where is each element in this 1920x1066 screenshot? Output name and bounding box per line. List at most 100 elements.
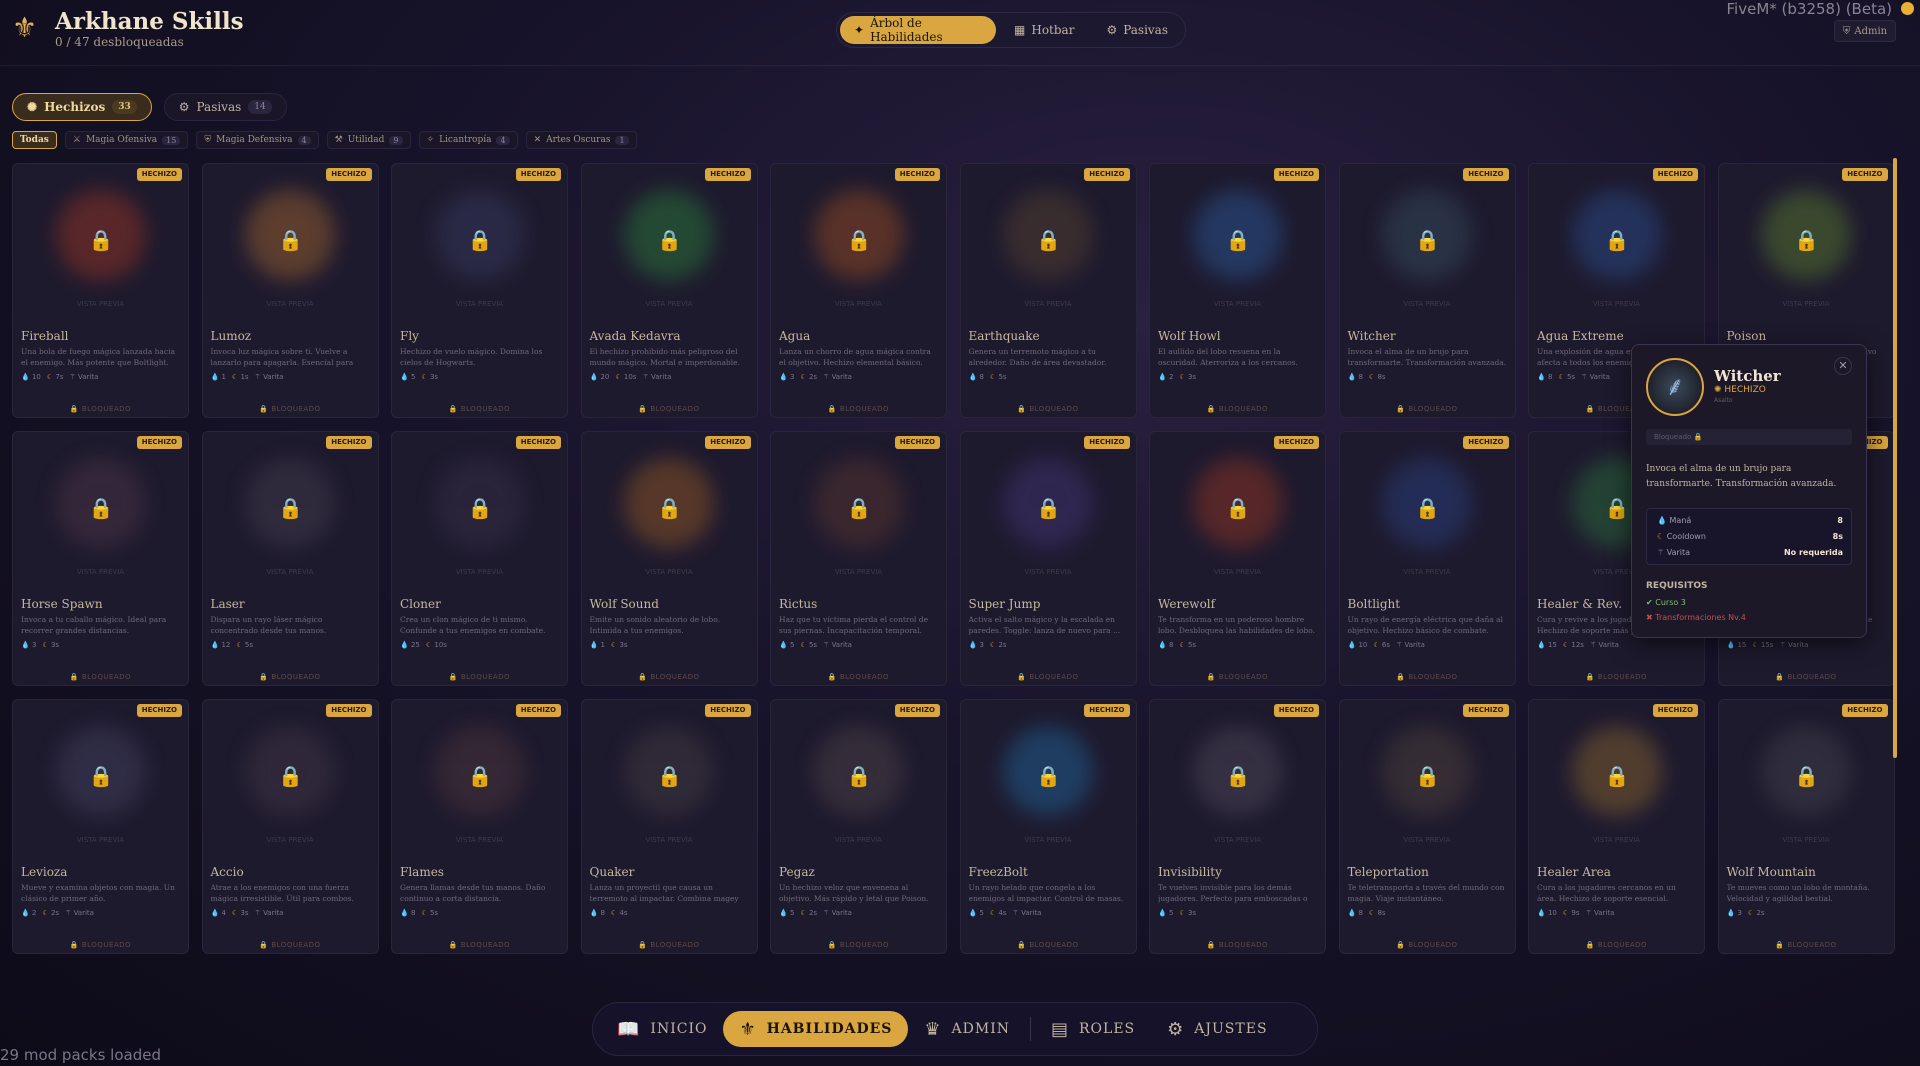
drop-icon: 💧	[1158, 641, 1167, 649]
skill-name: Healer & Rev.	[1537, 597, 1623, 611]
moon-icon: ☾	[1179, 909, 1186, 917]
filter-utility[interactable]: ⚒ Utilidad 9	[326, 131, 411, 149]
top-bar: ⚜ Arkhane Skills 0 / 47 desbloqueadas ✦ Á…	[0, 0, 1920, 66]
skill-name: Werewolf	[1158, 597, 1216, 611]
skill-card[interactable]: 🔒 HECHIZO VISTA PREVIA Horse Spawn Invoca a …	[12, 431, 189, 686]
nav-settings[interactable]: ⚙ AJUSTES	[1151, 1011, 1283, 1047]
admin-button[interactable]: ⛨ Admin	[1834, 20, 1896, 42]
skill-card[interactable]: 🔒 HECHIZO VISTA PREVIA Invisibility Te vuelv…	[1149, 699, 1326, 954]
skill-card[interactable]: 🔒 HECHIZO VISTA PREVIA Teleportation Te tele…	[1338, 699, 1516, 954]
skill-card[interactable]: 🔒 HECHIZO VISTA PREVIA Pegaz Un hechizo velo…	[770, 699, 947, 954]
drop-icon: 💧	[779, 373, 788, 381]
spell-badge: HECHIZO	[515, 436, 561, 449]
hotbar-icon: ▦	[1014, 23, 1026, 37]
skill-card[interactable]: 🔒 HECHIZO VISTA PREVIA Wolf Howl El aullido …	[1149, 163, 1326, 418]
spell-badge: HECHIZO	[136, 436, 182, 449]
skill-card[interactable]: 🔒 HECHIZO VISTA PREVIA Levioza Mueve y exami…	[12, 699, 189, 954]
lock-icon: 🔒	[1036, 496, 1061, 520]
spell-badge: HECHIZO	[1652, 168, 1698, 181]
tab-passives[interactable]: ⚙ Pasivas	[1092, 16, 1182, 44]
skill-card[interactable]: 🔒 HECHIZO VISTA PREVIA Super Jump Activa el …	[959, 431, 1137, 686]
fivem-status-icon	[1901, 2, 1914, 15]
nav-home[interactable]: 📖 INICIO	[601, 1011, 723, 1047]
skill-description: El hechizo prohibido más peligroso del m…	[589, 347, 740, 367]
filter-dark-arts[interactable]: ✕ Artes Oscuras 1	[525, 131, 637, 149]
filter-defensive[interactable]: ⛨ Magia Defensiva 4	[196, 131, 319, 149]
skill-card[interactable]: 🔒 HECHIZO VISTA PREVIA Fly Hechizo de vuelo …	[391, 163, 568, 418]
preview-label: VISTA PREVIA	[834, 568, 883, 576]
skill-name: Horse Spawn	[21, 597, 103, 611]
moon-icon: ☾	[800, 373, 807, 381]
skill-card[interactable]: 🔒 HECHIZO VISTA PREVIA Boltlight Un rayo de …	[1338, 431, 1516, 686]
nav-admin[interactable]: ♛ ADMIN	[908, 1011, 1026, 1047]
drop-icon: 💧	[21, 909, 30, 917]
claw-icon: ✧	[426, 135, 435, 145]
lock-icon: 🔒	[1225, 764, 1251, 788]
skill-card[interactable]: 🔒 HECHIZO VISTA PREVIA Fireball Una bola de …	[12, 163, 189, 418]
wand-icon: ⚚	[823, 373, 830, 381]
drop-icon: 💧	[210, 641, 220, 649]
skill-card[interactable]: 🔒 HECHIZO VISTA PREVIA Healer Area Cura a lo…	[1528, 699, 1705, 954]
lock-icon: 🔒	[278, 764, 303, 788]
skills-icon: ⚜	[739, 1018, 757, 1040]
nav-skills[interactable]: ⚜ HABILIDADES	[723, 1011, 909, 1047]
spell-badge: HECHIZO	[136, 704, 182, 717]
moon-icon: ☾	[989, 641, 997, 649]
nav-roles[interactable]: ▤ ROLES	[1035, 1011, 1151, 1047]
skill-card[interactable]: 🔒 HECHIZO VISTA PREVIA Werewolf Te transform…	[1149, 431, 1326, 686]
skill-card[interactable]: 🔒 HECHIZO VISTA PREVIA Avada Kedavra El hech…	[580, 163, 758, 418]
drop-icon: 💧	[21, 373, 30, 381]
locked-label: 🔒 BLOQUEADO	[638, 405, 700, 413]
skill-card[interactable]: 🔒 HECHIZO VISTA PREVIA Agua Lanza un chorro …	[770, 163, 947, 418]
moon-icon: ☾	[421, 373, 428, 381]
skill-name: Pegaz	[779, 865, 815, 879]
locked-label: 🔒 BLOQUEADO	[1017, 673, 1079, 681]
skill-card[interactable]: 🔒 HECHIZO VISTA PREVIA Wolf Mountain Te muev…	[1717, 699, 1895, 954]
skill-name: Healer Area	[1537, 865, 1611, 879]
tab-hotbar[interactable]: ▦ Hotbar	[1000, 16, 1088, 44]
drop-icon: 💧	[1726, 641, 1736, 649]
skill-card[interactable]: 🔒 HECHIZO VISTA PREVIA Cloner Crea un clon m…	[391, 431, 568, 686]
close-icon[interactable]: ✕	[1834, 357, 1852, 375]
requirement-met: ✔ Curso 3	[1646, 598, 1686, 607]
skill-card[interactable]: 🔒 HECHIZO VISTA PREVIA Wolf Sound Emite un s…	[580, 431, 758, 686]
skill-card[interactable]: 🔒 HECHIZO VISTA PREVIA Laser Dispara un rayo…	[201, 431, 379, 686]
locked-label: 🔒 BLOQUEADO	[1017, 941, 1079, 949]
tab-spells[interactable]: ✺ Hechizos 33	[12, 93, 152, 121]
filter-all[interactable]: Todas	[12, 131, 57, 149]
skill-card[interactable]: 🔒 HECHIZO VISTA PREVIA Lumoz Invoca luz mági…	[201, 163, 379, 418]
drop-icon: 💧	[210, 373, 220, 381]
skill-stats: 💧 5 ☾ 2s ⚚ Varita	[779, 909, 852, 917]
skill-card[interactable]: 🔒 HECHIZO VISTA PREVIA Witcher Invoca el alm…	[1338, 163, 1516, 418]
skill-card[interactable]: 🔒 HECHIZO VISTA PREVIA Quaker Lanza un proye…	[580, 699, 758, 954]
moon-icon: ☾	[1562, 909, 1570, 917]
skill-description: Haz que tu víctima pierda el control de …	[779, 615, 929, 635]
moon-icon: ☾	[1179, 373, 1186, 381]
filter-offensive[interactable]: ⚔ Magia Ofensiva 15	[64, 131, 189, 149]
wand-icon: ⚚	[1396, 641, 1403, 649]
skill-card[interactable]: 🔒 HECHIZO VISTA PREVIA Earthquake Genera un …	[959, 163, 1137, 418]
spell-badge: HECHIZO	[136, 168, 182, 181]
scrollbar[interactable]	[1893, 158, 1897, 758]
tab-passive[interactable]: ⚙ Pasivas 14	[163, 93, 287, 121]
roles-icon: ▤	[1050, 1018, 1069, 1040]
spell-badge: HECHIZO	[1084, 168, 1130, 181]
skill-card[interactable]: 🔒 HECHIZO VISTA PREVIA Accio Atrae a los ene…	[201, 699, 379, 954]
preview-label: VISTA PREVIA	[76, 568, 125, 576]
skill-description: Invoca luz mágica sobre ti. Vuelve a lan…	[210, 347, 354, 367]
drop-icon: 💧	[1537, 909, 1546, 917]
crown-icon: ♛	[924, 1018, 942, 1040]
skill-description: Te vuelves invisible para los demás juga…	[1158, 883, 1308, 903]
skill-name: Lumoz	[210, 329, 252, 343]
tab-skill-tree[interactable]: ✦ Árbol de Habilidades	[840, 16, 997, 44]
skill-stats: 💧 8 ☾ 5s ⚚ Varita	[1537, 373, 1610, 381]
x-icon: ✖	[1646, 613, 1653, 622]
skill-description: Emite un sonido aleatorio de lobo. Intim…	[589, 615, 720, 635]
stat-wand: ⚚ Varita No requerida	[1657, 548, 1843, 557]
skill-card[interactable]: 🔒 HECHIZO VISTA PREVIA FreezBolt Un rayo hel…	[959, 699, 1137, 954]
filter-lycanthropy[interactable]: ✧ Licantropía 4	[418, 131, 518, 149]
skill-card[interactable]: 🔒 HECHIZO VISTA PREVIA Flames Genera llamas …	[391, 699, 568, 954]
skill-name: Quaker	[589, 865, 635, 879]
lock-icon: 🔒	[846, 228, 872, 252]
skill-card[interactable]: 🔒 HECHIZO VISTA PREVIA Rictus Haz que tu víc…	[770, 431, 947, 686]
